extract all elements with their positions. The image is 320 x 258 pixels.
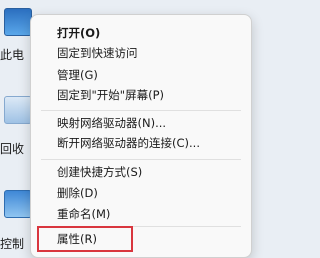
- context-menu: 打开(O) 固定到快速访问 管理(G) 固定到"开始"屏幕(P) 映射网络驱动器…: [30, 14, 252, 258]
- menu-item-pin-quick-access[interactable]: 固定到快速访问: [35, 43, 247, 63]
- computer-icon[interactable]: [4, 8, 32, 36]
- menu-item-open[interactable]: 打开(O): [35, 23, 247, 43]
- desktop-icon-label: 此电: [0, 48, 25, 62]
- menu-item-create-shortcut[interactable]: 创建快捷方式(S): [35, 162, 247, 182]
- menu-item-map-network-drive[interactable]: 映射网络驱动器(N)...: [35, 113, 247, 133]
- control-panel-icon[interactable]: [4, 190, 32, 218]
- menu-separator: [41, 159, 241, 160]
- menu-item-pin-start[interactable]: 固定到"开始"屏幕(P): [35, 85, 247, 105]
- menu-separator: [41, 110, 241, 111]
- recycle-bin-icon[interactable]: [4, 96, 32, 124]
- desktop-icon-label: 回收: [0, 142, 25, 156]
- menu-item-manage[interactable]: 管理(G): [35, 65, 247, 85]
- menu-item-delete[interactable]: 删除(D): [35, 183, 247, 203]
- menu-item-properties[interactable]: 属性(R): [35, 229, 247, 249]
- desktop-icon-label: 控制: [0, 237, 25, 251]
- menu-separator: [41, 226, 241, 227]
- menu-item-rename[interactable]: 重命名(M): [35, 204, 247, 224]
- menu-item-disconnect-network-drive[interactable]: 断开网络驱动器的连接(C)...: [35, 133, 247, 153]
